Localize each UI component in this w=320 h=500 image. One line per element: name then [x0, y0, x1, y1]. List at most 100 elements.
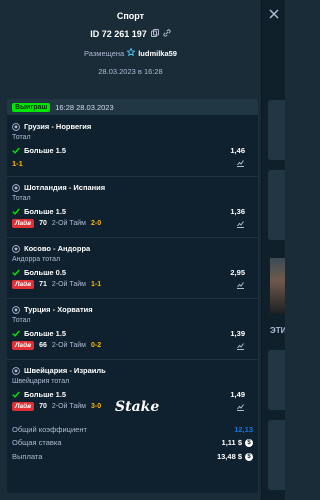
leg-score: 1-1 — [12, 159, 23, 168]
leg-teams-row: Косово - Андорра — [12, 244, 90, 253]
soccer-ball-icon — [12, 366, 20, 375]
leg-teams-row: Грузия - Норвегия — [12, 122, 91, 131]
soccer-ball-icon — [12, 305, 20, 314]
leg-selection: Больше 1.5 — [24, 329, 67, 338]
leg-selection: Больше 1.5 — [24, 207, 67, 216]
leg-selection: Больше 0.5 — [24, 268, 67, 277]
leg-selection-row: Больше 0.5 — [12, 268, 66, 277]
bet-leg[interactable]: Турция - Хорватия Тотал Больше 1.5 1,39 … — [7, 305, 258, 353]
leg-period: 2-Ой Тайм — [51, 220, 86, 227]
leg-teams-row: Швейцария - Израиль — [12, 366, 106, 375]
total-stake-value-wrap: 1,11 $ $ — [222, 438, 253, 447]
background-image — [270, 258, 285, 314]
check-icon — [12, 391, 20, 398]
stats-icon[interactable] — [236, 342, 245, 350]
bet-card: Выиграш 16:28 28.03.2023 Грузия - Норвег… — [7, 99, 258, 493]
soccer-ball-icon — [12, 244, 20, 253]
bet-leg[interactable]: Косово - Андорра Андорра тотал Больше 0.… — [7, 244, 258, 292]
leg-live-info: Лайв 70 2-Ой Тайм 3-0 — [12, 402, 101, 411]
leg-divider — [7, 359, 258, 360]
leg-divider — [7, 176, 258, 177]
stake-logo: Stake — [115, 399, 160, 415]
leg-minute: 66 — [39, 342, 47, 349]
leg-teams[interactable]: Турция - Хорватия — [24, 305, 93, 314]
link-icon[interactable] — [163, 29, 171, 39]
leg-period: 2-Ой Тайм — [51, 403, 86, 410]
total-odds-value: 12,13 — [234, 425, 253, 434]
soccer-ball-icon — [12, 122, 20, 131]
leg-minute: 70 — [39, 220, 47, 227]
live-badge: Лайв — [12, 402, 35, 411]
background-card — [268, 350, 285, 410]
leg-odds: 1,36 — [230, 207, 245, 216]
leg-odds: 1,46 — [230, 146, 245, 155]
summary-total-odds: Общий коэффициент 12,13 — [12, 425, 253, 434]
bet-leg[interactable]: Шотландия - Испания Тотал Больше 1.5 1,3… — [7, 183, 258, 231]
total-stake-label: Общая ставка — [12, 438, 62, 447]
payout-value-wrap: 13,48 $ $ — [217, 452, 253, 461]
placed-label: Размещена — [84, 48, 125, 58]
check-icon — [12, 208, 20, 215]
leg-market: Андорра тотал — [12, 256, 61, 263]
username[interactable]: ludmilka59 — [138, 49, 177, 58]
leg-selection-row: Больше 1.5 — [12, 329, 66, 338]
leg-teams[interactable]: Швейцария - Израиль — [24, 366, 106, 375]
live-badge: Лайв — [12, 219, 35, 228]
leg-minute: 70 — [39, 403, 47, 410]
background-page-strip: ЭТИ — [261, 0, 285, 500]
leg-odds: 2,95 — [230, 268, 245, 277]
bet-card-header: Выиграш 16:28 28.03.2023 — [7, 99, 258, 115]
leg-market: Тотал — [12, 134, 31, 141]
background-card — [268, 170, 285, 240]
bet-id: ID 72 261 197 — [90, 29, 147, 39]
bet-card-date: 16:28 28.03.2023 — [55, 102, 114, 112]
bet-date: 28.03.2023 в 16:28 — [98, 67, 163, 76]
leg-market: Тотал — [12, 317, 31, 324]
leg-period: 2-Ой Тайм — [51, 342, 86, 349]
leg-teams-row: Шотландия - Испания — [12, 183, 105, 192]
total-stake-value: 1,11 $ — [221, 438, 242, 447]
leg-teams[interactable]: Грузия - Норвегия — [24, 122, 91, 131]
soccer-ball-icon — [12, 183, 20, 192]
live-badge: Лайв — [12, 280, 35, 289]
bet-leg[interactable]: Грузия - Норвегия Тотал Больше 1.5 1,46 … — [7, 122, 258, 170]
background-card — [268, 100, 285, 160]
copy-icon[interactable] — [150, 29, 159, 39]
close-icon[interactable] — [268, 8, 280, 20]
leg-teams-row: Турция - Хорватия — [12, 305, 93, 314]
stats-icon[interactable] — [236, 159, 245, 167]
leg-odds: 1,49 — [230, 390, 245, 399]
check-icon — [12, 330, 20, 337]
placed-by-row: Размещена ludmilka59 — [0, 47, 261, 58]
leg-selection-row: Больше 1.5 — [12, 146, 66, 155]
vip-star-icon — [126, 47, 136, 58]
leg-live-info: Лайв 66 2-Ой Тайм 0-2 — [12, 341, 101, 350]
leg-selection-row: Больше 1.5 — [12, 207, 66, 216]
leg-market: Тотал — [12, 195, 31, 202]
leg-selection: Больше 1.5 — [24, 146, 67, 155]
leg-live-info: Лайв 70 2-Ой Тайм 2-0 — [12, 219, 101, 228]
bet-slip-panel: Спорт ID 72 261 197 Размещена ludmilka59… — [0, 0, 261, 500]
leg-score: 3-0 — [90, 403, 102, 410]
leg-score: 0-2 — [90, 342, 102, 349]
background-text: ЭТИ — [270, 326, 285, 335]
leg-teams[interactable]: Косово - Андорра — [24, 244, 90, 253]
stats-icon[interactable] — [236, 403, 245, 411]
page-title: Спорт — [116, 11, 145, 21]
check-icon — [12, 269, 20, 276]
leg-odds: 1,39 — [230, 329, 245, 338]
stats-icon[interactable] — [236, 220, 245, 228]
leg-live-info: Лайв 71 2-Ой Тайм 1-1 — [12, 280, 101, 289]
currency-coin-icon: $ — [245, 452, 253, 461]
stats-icon[interactable] — [236, 281, 245, 289]
currency-coin-icon: $ — [245, 438, 253, 447]
leg-teams[interactable]: Шотландия - Испания — [24, 183, 105, 192]
leg-score: 2-0 — [90, 220, 102, 227]
background-card — [268, 420, 285, 490]
leg-selection: Больше 1.5 — [24, 390, 67, 399]
leg-period: 2-Ой Тайм — [51, 281, 86, 288]
leg-selection-row: Больше 1.5 — [12, 390, 66, 399]
total-odds-label: Общий коэффициент — [12, 425, 87, 434]
leg-minute: 71 — [39, 281, 47, 288]
summary-payout: Выплата 13,48 $ $ — [12, 452, 253, 461]
